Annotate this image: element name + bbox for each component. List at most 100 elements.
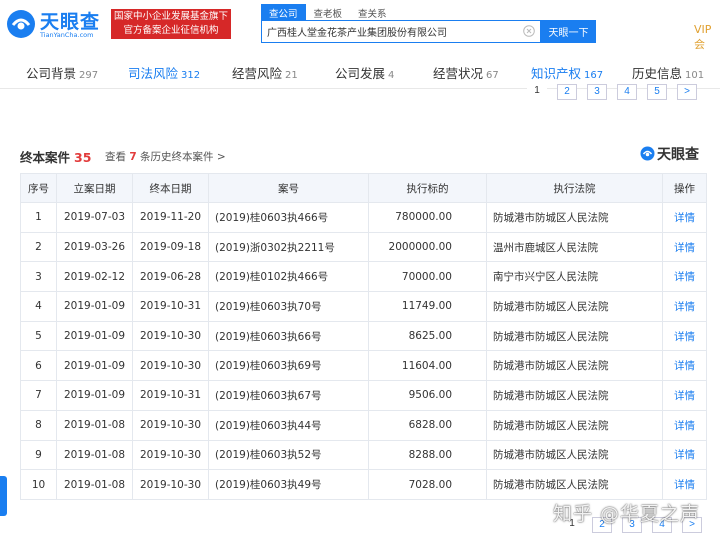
cell-case-number: (2019)桂0603执52号 bbox=[208, 439, 369, 471]
col-header-filing-date: 立案日期 bbox=[56, 173, 133, 203]
side-float-tab[interactable] bbox=[0, 476, 7, 516]
details-link[interactable]: 详情 bbox=[662, 409, 707, 441]
details-link[interactable]: 详情 bbox=[662, 469, 707, 500]
logo-text: 天眼查 bbox=[40, 11, 101, 33]
details-link[interactable]: 详情 bbox=[662, 231, 707, 263]
tab-company-background[interactable]: 公司背景 297 bbox=[26, 63, 98, 82]
search-type-tabs: 查公司 查老板 查关系 bbox=[261, 4, 395, 20]
table-row: 4 2019-01-09 2019-10-31 (2019)桂0603执70号 1174… bbox=[20, 291, 707, 322]
cell-case-number: (2019)桂0603执70号 bbox=[208, 291, 369, 322]
zhihu-watermark: 知乎 @华夏之声 bbox=[553, 503, 701, 525]
cell-case-number: (2019)桂0603执66号 bbox=[208, 320, 369, 352]
eye-logo-icon bbox=[640, 146, 655, 161]
cell-amount: 780000.00 bbox=[368, 202, 487, 233]
cell-filing-date: 2019-01-08 bbox=[56, 469, 133, 500]
cell-amount: 7028.00 bbox=[368, 469, 487, 500]
details-link[interactable]: 详情 bbox=[662, 202, 707, 233]
history-cases-link[interactable]: 查看 7 条历史终本案件 > bbox=[105, 149, 226, 164]
tab-label: 司法风险 bbox=[128, 66, 179, 81]
cell-final-date: 2019-11-20 bbox=[132, 202, 209, 233]
cell-court: 防城港市防城区人民法院 bbox=[486, 291, 663, 322]
cell-case-number: (2019)浙0302执2211号 bbox=[208, 231, 369, 263]
tab-label: 知识产权 bbox=[531, 66, 582, 81]
tab-search-relation[interactable]: 查关系 bbox=[350, 4, 395, 20]
cell-amount: 70000.00 bbox=[368, 261, 487, 293]
details-link[interactable]: 详情 bbox=[662, 320, 707, 352]
clear-icon[interactable] bbox=[523, 25, 535, 37]
cell-filing-date: 2019-01-09 bbox=[56, 380, 133, 411]
page-5[interactable]: 5 bbox=[647, 84, 667, 100]
cell-index: 5 bbox=[20, 320, 57, 352]
history-prefix: 查看 bbox=[105, 151, 126, 163]
tab-judicial-risk[interactable]: 司法风险 312 bbox=[128, 63, 200, 82]
cell-final-date: 2019-06-28 bbox=[132, 261, 209, 293]
table-row: 7 2019-01-09 2019-10-31 (2019)桂0603执67号 9506… bbox=[20, 380, 707, 411]
cell-index: 10 bbox=[20, 469, 57, 500]
cell-index: 3 bbox=[20, 261, 57, 293]
tab-label: 经营风险 bbox=[232, 66, 283, 81]
details-link[interactable]: 详情 bbox=[662, 291, 707, 322]
cell-filing-date: 2019-07-03 bbox=[56, 202, 133, 233]
cell-index: 1 bbox=[20, 202, 57, 233]
cell-filing-date: 2019-01-08 bbox=[56, 409, 133, 441]
cell-case-number: (2019)桂0102执466号 bbox=[208, 261, 369, 293]
search-button[interactable]: 天眼一下 bbox=[541, 20, 596, 43]
cell-filing-date: 2019-03-26 bbox=[56, 231, 133, 263]
table-row: 8 2019-01-08 2019-10-30 (2019)桂0603执44号 6828… bbox=[20, 409, 707, 441]
vip-link[interactable]: VIP会 bbox=[694, 23, 720, 52]
table-row: 2 2019-03-26 2019-09-18 (2019)浙0302执2211号 20… bbox=[20, 231, 707, 263]
cell-final-date: 2019-10-30 bbox=[132, 350, 209, 382]
cell-amount: 2000000.00 bbox=[368, 231, 487, 263]
tab-label: 历史信息 bbox=[632, 66, 683, 81]
page-3[interactable]: 3 bbox=[587, 84, 607, 100]
details-link[interactable]: 详情 bbox=[662, 380, 707, 411]
cell-court: 防城港市防城区人民法院 bbox=[486, 380, 663, 411]
tab-history-info[interactable]: 历史信息 101 bbox=[632, 63, 704, 82]
section-title: 终本案件 35 bbox=[20, 147, 91, 166]
tab-label: 公司发展 bbox=[335, 66, 386, 81]
eye-logo-icon bbox=[7, 10, 35, 38]
tab-count: 21 bbox=[285, 70, 298, 81]
tab-operating-status[interactable]: 经营状况 67 bbox=[433, 63, 499, 82]
details-link[interactable]: 详情 bbox=[662, 261, 707, 293]
cell-case-number: (2019)桂0603执44号 bbox=[208, 409, 369, 441]
details-link[interactable]: 详情 bbox=[662, 350, 707, 382]
tab-search-boss[interactable]: 查老板 bbox=[306, 4, 351, 20]
tab-label: 公司背景 bbox=[26, 66, 77, 81]
col-header-court: 执行法院 bbox=[486, 173, 663, 203]
cell-court: 防城港市防城区人民法院 bbox=[486, 320, 663, 352]
pagination-top: 1 2 3 4 5 > bbox=[527, 84, 697, 100]
page-4[interactable]: 4 bbox=[617, 84, 637, 100]
page-2[interactable]: 2 bbox=[557, 84, 577, 100]
cell-filing-date: 2019-02-12 bbox=[56, 261, 133, 293]
table-row: 5 2019-01-09 2019-10-30 (2019)桂0603执66号 8625… bbox=[20, 320, 707, 352]
tab-count: 67 bbox=[486, 70, 499, 81]
cell-case-number: (2019)桂0603执466号 bbox=[208, 202, 369, 233]
cell-court: 防城港市防城区人民法院 bbox=[486, 439, 663, 471]
page-1[interactable]: 1 bbox=[527, 84, 547, 100]
tianyancha-watermark-logo: 天眼查 bbox=[640, 144, 706, 163]
tab-count: 101 bbox=[685, 70, 705, 81]
cell-final-date: 2019-10-30 bbox=[132, 320, 209, 352]
tianyancha-logo[interactable]: 天眼查 TianYanCha.com bbox=[6, 6, 106, 42]
tab-operating-risk[interactable]: 经营风险 21 bbox=[232, 63, 298, 82]
badge-line-1: 国家中小企业发展基金旗下 bbox=[113, 11, 228, 22]
cell-court: 南宁市兴宁区人民法院 bbox=[486, 261, 663, 293]
details-link[interactable]: 详情 bbox=[662, 439, 707, 471]
page-next[interactable]: > bbox=[677, 84, 697, 100]
cell-filing-date: 2019-01-09 bbox=[56, 291, 133, 322]
tab-count: 4 bbox=[388, 70, 395, 81]
tab-company-development[interactable]: 公司发展 4 bbox=[335, 63, 394, 82]
search-input[interactable] bbox=[262, 21, 524, 42]
col-header-final-date: 终本日期 bbox=[132, 173, 209, 203]
tab-intellectual-property[interactable]: 知识产权 167 bbox=[531, 63, 603, 82]
tab-count: 312 bbox=[181, 70, 201, 81]
col-header-action: 操作 bbox=[662, 173, 707, 203]
history-suffix: 条历史终本案件 > bbox=[140, 151, 226, 163]
cell-case-number: (2019)桂0603执49号 bbox=[208, 469, 369, 500]
cell-index: 8 bbox=[20, 409, 57, 441]
cell-amount: 11749.00 bbox=[368, 291, 487, 322]
col-header-case-number: 案号 bbox=[208, 173, 369, 203]
tab-search-company[interactable]: 查公司 bbox=[261, 4, 306, 20]
cell-final-date: 2019-09-18 bbox=[132, 231, 209, 263]
